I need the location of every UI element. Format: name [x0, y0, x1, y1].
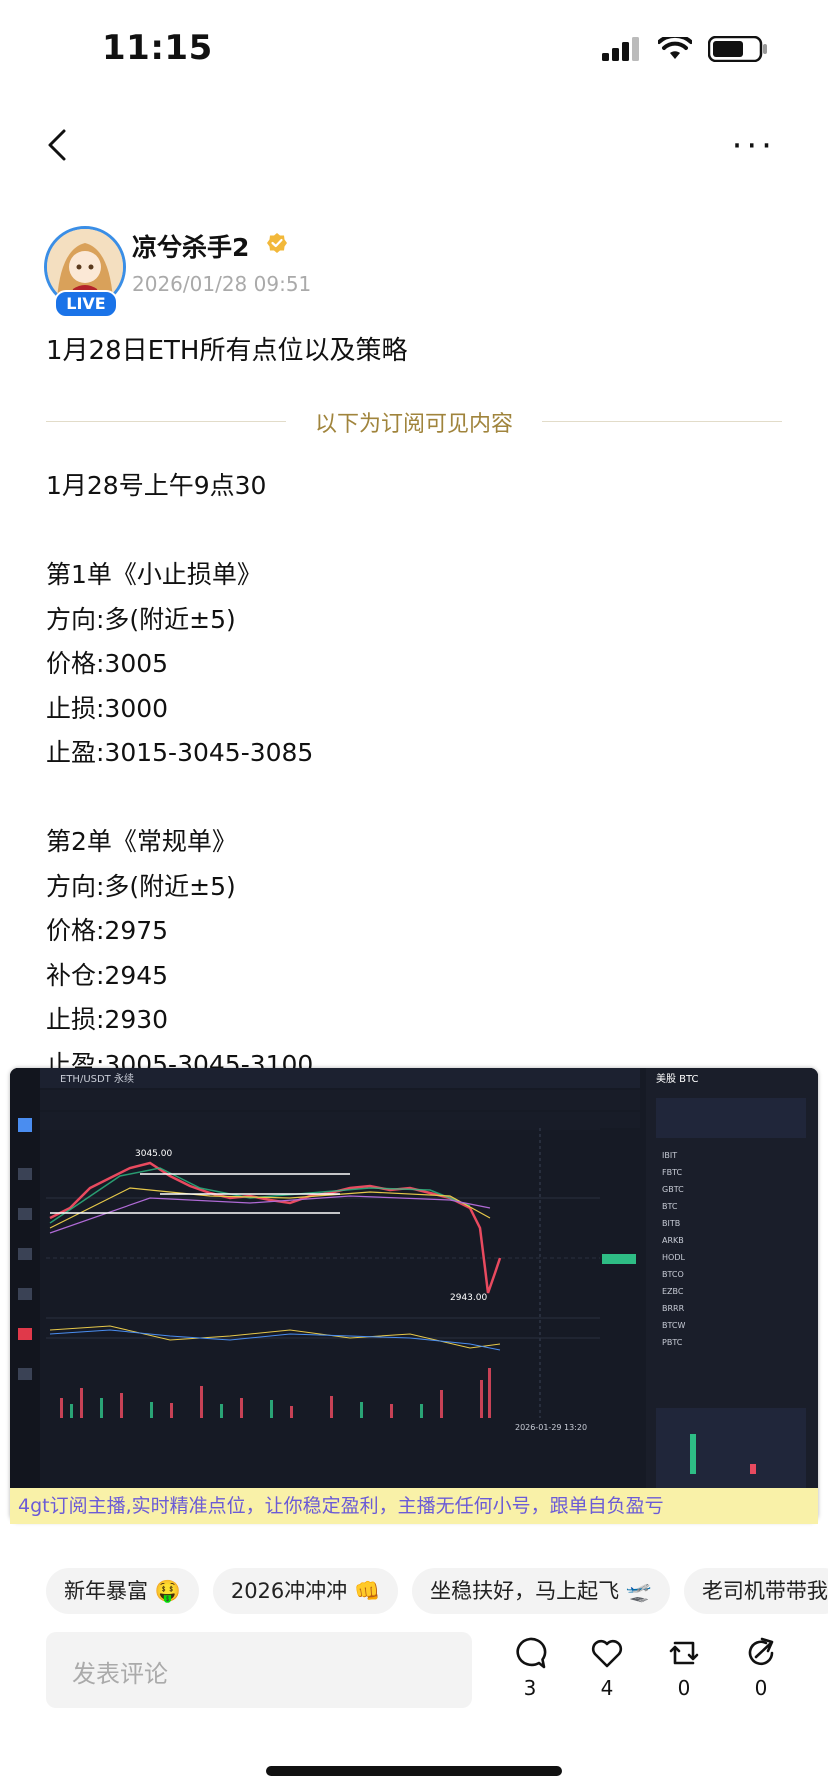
comment-input[interactable]: 发表评论 — [46, 1632, 472, 1708]
comment-button[interactable]: 3 — [500, 1636, 560, 1700]
post-title: 1月28日ETH所有点位以及策略 — [46, 336, 408, 366]
trading-chart-overlay[interactable]: ETH/USDT 永续 3045.00 2943.00 2026-01-29 1… — [10, 1068, 818, 1522]
chart-low-label: 2943.00 — [450, 1293, 487, 1303]
author-header: LIVE 凉兮杀手2 2026/01/28 09:51 — [44, 226, 784, 318]
promo-banner: 4gt订阅主播,实时精准点位，让你稳定盈利，主播无任何小号，跟单自负盈亏 — [10, 1488, 818, 1524]
content-line: 1月28号上午9点30 — [46, 471, 267, 500]
share-count: 0 — [754, 1676, 768, 1700]
etf-row-label: ARKB — [662, 1236, 684, 1245]
repost-button[interactable]: 0 — [654, 1636, 714, 1700]
like-count: 4 — [600, 1676, 614, 1700]
etf-row-label: PBTC — [662, 1338, 683, 1347]
top-navigation: ··· — [0, 110, 828, 180]
etf-row-label: BTCW — [662, 1321, 685, 1330]
etf-row-label: BTCO — [662, 1270, 684, 1279]
share-button[interactable]: 0 — [731, 1636, 791, 1700]
post-datetime: 2026/01/28 09:51 — [132, 272, 312, 296]
subscriber-divider: 以下为订阅可见内容 — [46, 406, 782, 437]
content-line: 止损:2930 — [46, 1005, 169, 1034]
content-line: 方向:多(附近±5) — [46, 871, 236, 901]
battery-icon — [708, 36, 767, 62]
wifi-icon — [658, 37, 692, 59]
status-bar: 11:15 — [0, 0, 828, 100]
post-actions: 3 4 0 0 — [500, 1636, 800, 1716]
topic-tag[interactable]: 坐稳扶好，马上起飞 🛫 — [412, 1568, 670, 1614]
chart-date-label: 2026-01-29 13:20 — [515, 1423, 587, 1432]
etf-row-label: EZBC — [662, 1287, 684, 1296]
etf-row-label: GBTC — [662, 1185, 684, 1194]
content-line: 补仓:2945 — [46, 960, 169, 990]
topic-tag[interactable]: 老司机带带我 — [683, 1568, 828, 1614]
repost-icon — [669, 1641, 699, 1665]
content-line: 价格:3005 — [46, 649, 169, 678]
heart-icon — [591, 1639, 623, 1668]
status-icons — [602, 36, 768, 62]
status-time: 11:15 — [102, 28, 213, 68]
content-line: 第2单《常规单》 — [46, 827, 237, 856]
etf-row-label: FBTC — [662, 1168, 683, 1177]
home-indicator[interactable] — [266, 1766, 562, 1776]
chart-high-label: 3045.00 — [135, 1149, 172, 1159]
share-icon — [748, 1637, 774, 1666]
etf-row-label: BRRR — [662, 1304, 685, 1313]
content-line: 第1单《小止损单》 — [46, 560, 262, 589]
content-line: 价格:2975 — [46, 916, 169, 945]
topic-tag[interactable]: 新年暴富 🤑 — [46, 1568, 199, 1614]
etf-panel-title: 美股 BTC — [656, 1072, 699, 1085]
more-options-icon[interactable]: ··· — [732, 129, 776, 163]
etf-row-label: HODL — [662, 1253, 685, 1262]
chart-screenshot: ETH/USDT 永续 3045.00 2943.00 2026-01-29 1… — [10, 1068, 818, 1522]
comment-placeholder: 发表评论 — [72, 1660, 168, 1688]
live-badge[interactable]: LIVE — [54, 290, 118, 318]
content-line: 止盈:3015-3045-3085 — [46, 738, 314, 767]
etf-row-label: BITB — [662, 1219, 680, 1228]
content-line: 止损:3000 — [46, 693, 169, 723]
divider-line-right — [542, 421, 782, 422]
topic-tags: 新年暴富 🤑 2026冲冲冲 👊 坐稳扶好，马上起飞 🛫 老司机带带我 — [46, 1568, 828, 1616]
content-line — [46, 509, 786, 554]
comment-count: 3 — [523, 1676, 537, 1700]
chart-pair-label: ETH/USDT 永续 — [60, 1072, 134, 1085]
content-line: 方向:多(附近±5) — [46, 604, 236, 634]
post-content: 1月28号上午9点30 第1单《小止损单》 方向:多(附近±5) 价格:3005… — [46, 464, 786, 1087]
back-icon[interactable] — [44, 128, 70, 162]
repost-count: 0 — [677, 1676, 691, 1700]
author-name[interactable]: 凉兮杀手2 — [132, 228, 249, 264]
content-line — [46, 776, 786, 821]
topic-tag[interactable]: 2026冲冲冲 👊 — [212, 1568, 399, 1614]
verified-badge-icon — [267, 233, 287, 253]
subscriber-divider-label: 以下为订阅可见内容 — [314, 412, 513, 437]
like-button[interactable]: 4 — [577, 1636, 637, 1700]
etf-row-label: IBIT — [662, 1151, 677, 1160]
comment-icon — [516, 1637, 547, 1669]
cellular-signal-icon — [602, 37, 639, 61]
etf-row-label: BTC — [662, 1202, 678, 1211]
